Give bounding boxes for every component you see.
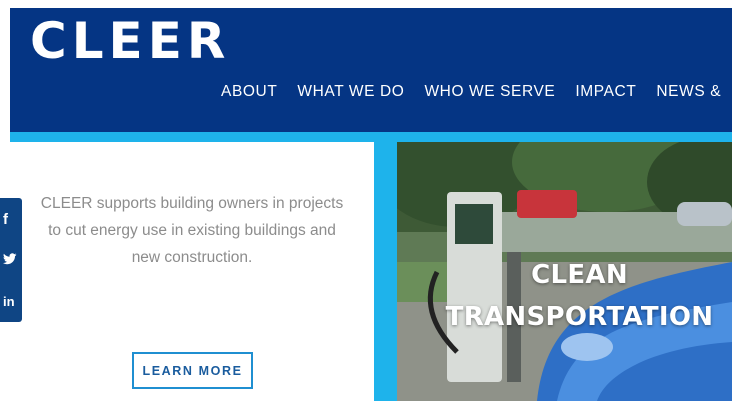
main-nav: ABOUT WHAT WE DO WHO WE SERVE IMPACT NEW…: [221, 81, 732, 103]
clean-transportation-tile[interactable]: CLEAN TRANSPORTATION: [397, 142, 732, 401]
panel-description: CLEER supports building owners in projec…: [40, 195, 344, 266]
linkedin-icon[interactable]: in: [0, 290, 22, 312]
nav-item-about[interactable]: ABOUT: [221, 81, 277, 103]
nav-item-impact[interactable]: IMPACT: [575, 81, 636, 103]
caption-line-clean: CLEAN: [531, 260, 628, 290]
twitter-icon[interactable]: [0, 248, 22, 270]
learn-more-button[interactable]: LEARN MORE: [132, 352, 253, 389]
caption-line-transportation: TRANSPORTATION: [445, 302, 714, 332]
nav-item-news[interactable]: NEWS &: [656, 81, 721, 103]
nav-item-what-we-do[interactable]: WHAT WE DO: [297, 81, 404, 103]
nav-item-who-we-serve[interactable]: WHO WE SERVE: [424, 81, 555, 103]
tile-caption: CLEAN TRANSPORTATION: [397, 254, 732, 338]
facebook-icon[interactable]: f: [0, 208, 22, 230]
twitter-bird-icon: [3, 253, 17, 265]
site-header: CLEER ABOUT WHAT WE DO WHO WE SERVE IMPA…: [10, 8, 732, 132]
cleer-logo[interactable]: CLEER: [30, 12, 230, 70]
buildings-panel: CLEER supports building owners in projec…: [10, 142, 374, 401]
social-share-bar: f in: [0, 198, 22, 322]
